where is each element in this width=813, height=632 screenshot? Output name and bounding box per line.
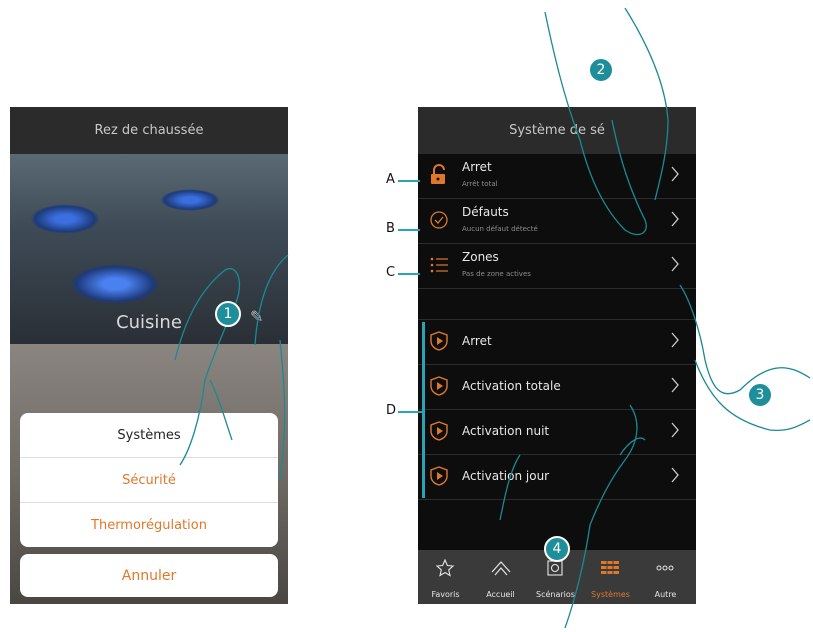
step-marker-label: 3	[755, 387, 765, 403]
step-marker-label: 2	[596, 62, 606, 78]
step-marker-4: 4	[544, 536, 570, 562]
callout-letter-d: D	[386, 403, 396, 418]
callout-bracket-d	[422, 322, 425, 498]
callout-letter-label: B	[386, 221, 395, 236]
callout-line-c	[398, 273, 420, 275]
step-marker-3: 3	[747, 382, 773, 408]
hand-4	[564, 404, 638, 629]
step-marker-2: 2	[588, 57, 614, 83]
callout-line-a	[398, 180, 420, 182]
callout-letter-c: C	[386, 265, 395, 280]
callout-letter-label: C	[386, 265, 396, 280]
callout-letter-b: B	[386, 221, 395, 236]
step-marker-1: 1	[215, 301, 241, 327]
hand-illustrations	[174, 7, 811, 629]
hand-3	[679, 284, 811, 395]
callout-line-d	[398, 411, 422, 413]
step-marker-label: 1	[223, 306, 233, 322]
callout-line-b	[398, 229, 420, 231]
callout-letter-label: A	[386, 172, 395, 187]
step-marker-label: 4	[552, 541, 562, 557]
callout-letter-a: A	[386, 172, 395, 187]
hand-2	[544, 11, 647, 236]
callout-letter-label: D	[386, 403, 397, 418]
